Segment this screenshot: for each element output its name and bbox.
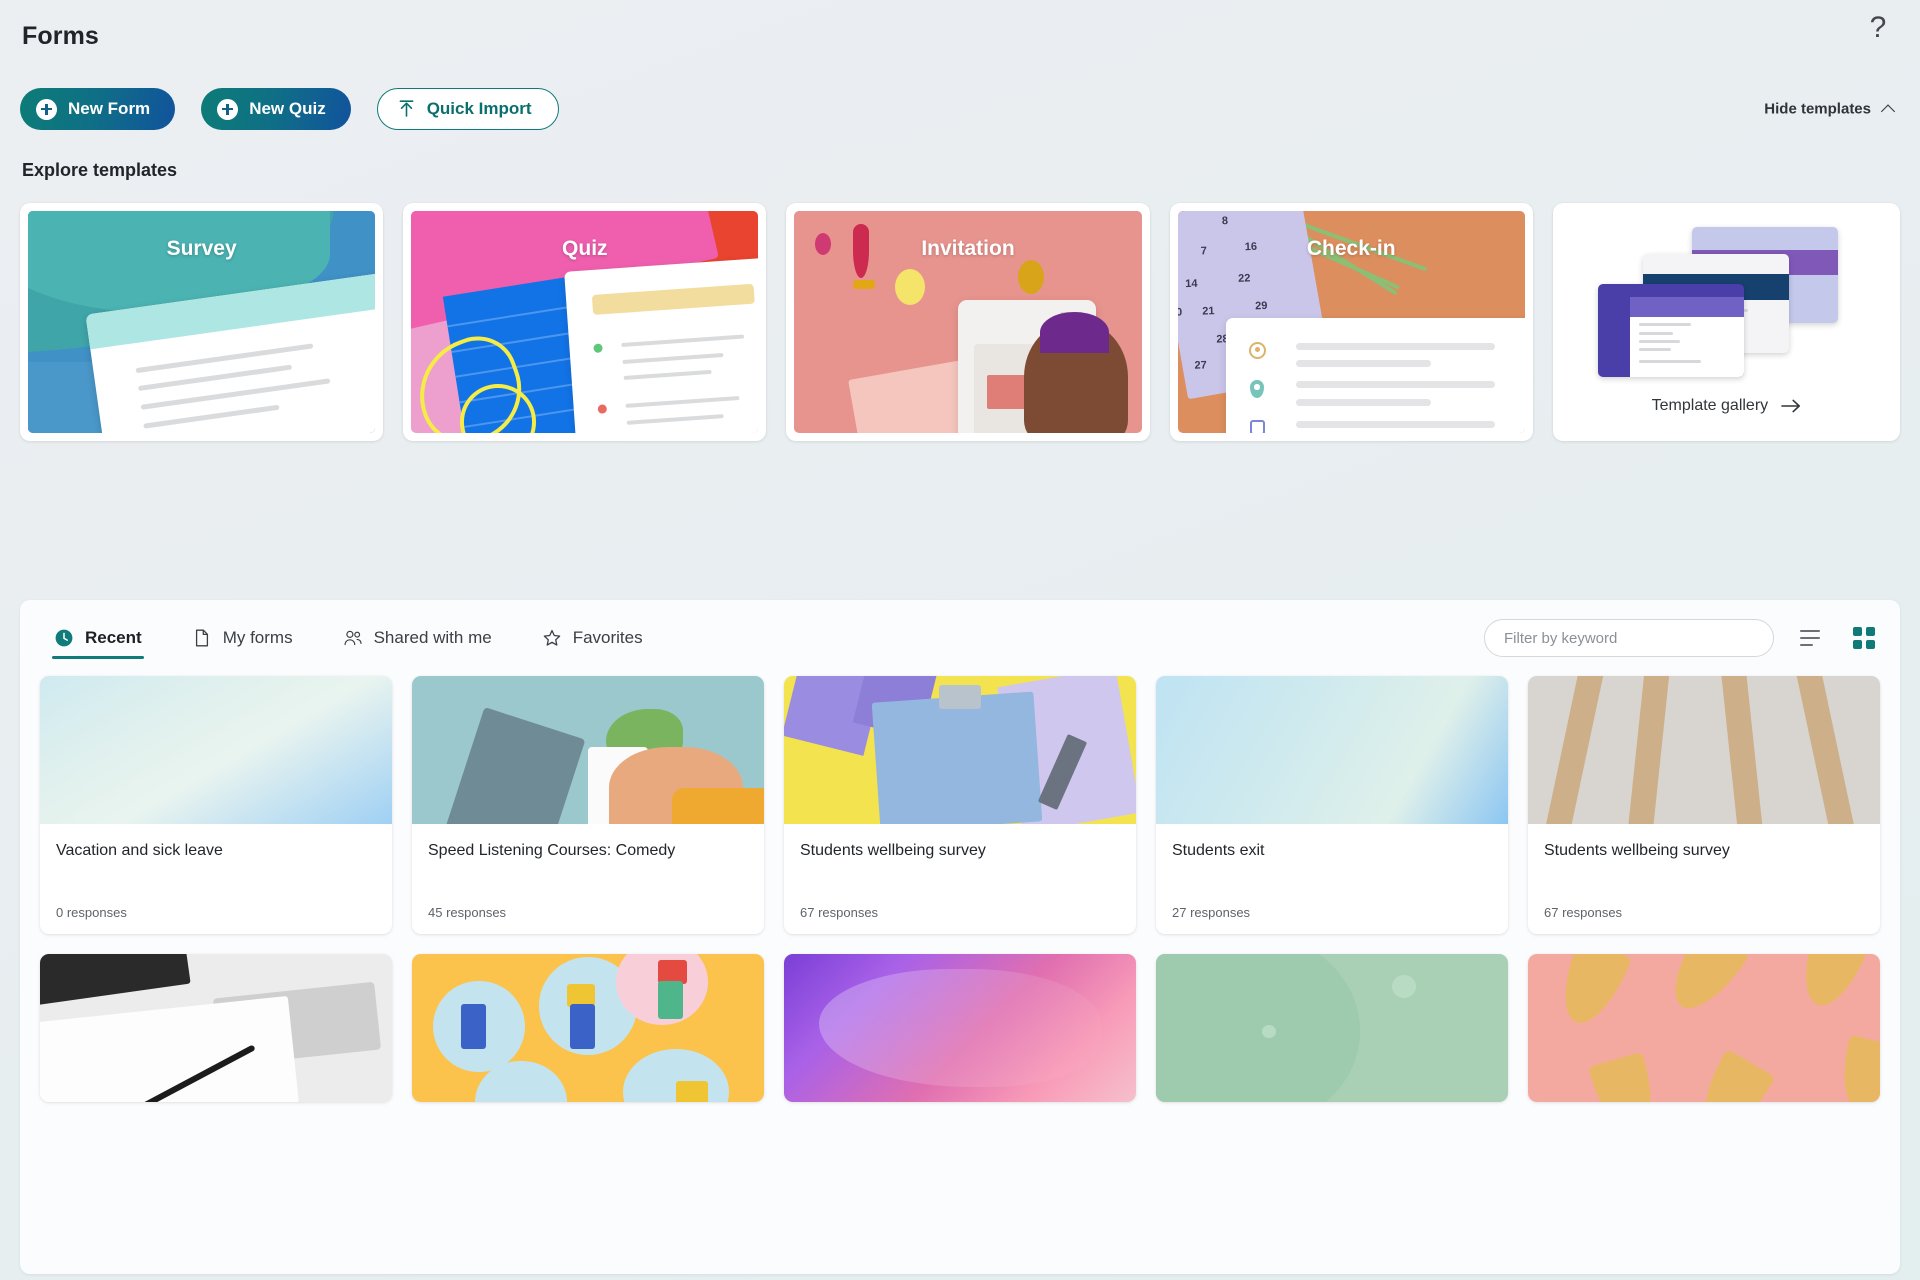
form-response-count: 45 responses <box>428 905 507 920</box>
hide-templates-button[interactable]: Hide templates <box>1764 101 1895 118</box>
form-card[interactable] <box>1156 954 1508 1102</box>
forms-list-panel: Recent My forms Shared with me Favorites… <box>20 600 1900 1274</box>
quick-import-label: Quick Import <box>426 99 532 118</box>
upload-icon <box>399 100 414 117</box>
template-gallery-card[interactable]: Template gallery <box>1552 203 1901 441</box>
star-icon <box>543 629 560 646</box>
form-thumbnail <box>40 676 392 824</box>
explore-templates-row: Survey Quiz Invitation 8 7 16 14 22 21 2… <box>0 181 1920 441</box>
plus-circle-icon <box>217 98 239 120</box>
tab-my-forms-label: My forms <box>222 628 293 647</box>
grid-view-icon[interactable] <box>1846 620 1882 656</box>
form-card[interactable]: Speed Listening Courses: Comedy 45 respo… <box>412 676 764 934</box>
form-title: Vacation and sick leave <box>56 842 223 859</box>
tab-shared-with-me-label: Shared with me <box>373 628 492 647</box>
tab-favorites[interactable]: Favorites <box>528 607 657 669</box>
template-label-quiz: Quiz <box>562 237 608 260</box>
template-card-survey[interactable]: Survey <box>20 203 384 441</box>
form-response-count: 67 responses <box>1544 905 1623 920</box>
form-thumbnail <box>784 676 1136 824</box>
form-title: Speed Listening Courses: Comedy <box>428 842 676 859</box>
template-gallery-label: Template gallery <box>1651 397 1769 414</box>
explore-templates-heading: Explore templates <box>22 160 178 180</box>
new-quiz-label: New Quiz <box>249 99 326 118</box>
template-card-invitation[interactable]: Invitation <box>786 203 1150 441</box>
new-form-button[interactable]: New Form <box>20 88 176 130</box>
form-thumbnail <box>412 954 764 1102</box>
form-card[interactable] <box>1528 954 1880 1102</box>
form-card[interactable]: Students wellbeing survey 67 responses <box>1528 676 1880 934</box>
new-quiz-button[interactable]: New Quiz <box>201 88 351 130</box>
tab-recent-label: Recent <box>85 628 142 647</box>
form-card[interactable]: Students exit 27 responses <box>1156 676 1508 934</box>
template-card-checkin[interactable]: 8 7 16 14 22 21 29 0 28 27 Check-in <box>1169 203 1533 441</box>
hide-templates-label: Hide templates <box>1764 100 1871 118</box>
forms-app-page: Forms ? New Form New Quiz Quick Import H… <box>0 0 1920 1280</box>
template-label-survey: Survey <box>166 237 237 260</box>
page-title: Forms <box>22 21 99 50</box>
forms-card-row: Vacation and sick leave 0 responses Spee… <box>40 676 1880 934</box>
chevron-up-icon <box>1882 103 1895 116</box>
form-thumbnail <box>1156 676 1508 824</box>
form-thumbnail <box>784 954 1136 1102</box>
form-thumbnail <box>412 676 764 824</box>
quiz-template-artwork: Quiz <box>411 211 759 433</box>
app-header: Forms ? <box>0 0 1920 72</box>
form-card[interactable] <box>784 954 1136 1102</box>
invitation-template-artwork: Invitation <box>794 211 1142 433</box>
plus-circle-icon <box>36 98 57 120</box>
survey-template-artwork: Survey <box>28 211 376 433</box>
forms-cards-area: Vacation and sick leave 0 responses Spee… <box>20 676 1900 1102</box>
form-response-count: 67 responses <box>800 905 879 920</box>
forms-tabs-bar: Recent My forms Shared with me Favorites… <box>20 600 1900 676</box>
template-card-quiz[interactable]: Quiz <box>403 203 767 441</box>
tab-shared-with-me[interactable]: Shared with me <box>329 607 506 669</box>
form-thumbnail <box>40 954 392 1102</box>
form-card[interactable] <box>412 954 764 1102</box>
tab-recent[interactable]: Recent <box>40 607 156 669</box>
new-form-label: New Form <box>68 99 151 118</box>
tab-favorites-label: Favorites <box>572 628 643 647</box>
template-gallery-link[interactable]: Template gallery <box>1652 397 1802 415</box>
checkin-template-artwork: 8 7 16 14 22 21 29 0 28 27 Check-in <box>1177 211 1525 433</box>
primary-actions-toolbar: New Form New Quiz Quick Import Hide temp… <box>0 72 1920 146</box>
template-gallery-preview-stack <box>1553 221 1900 377</box>
clock-icon <box>55 629 73 647</box>
document-icon <box>195 629 208 647</box>
tab-my-forms[interactable]: My forms <box>178 607 307 669</box>
form-title: Students exit <box>1172 842 1265 859</box>
form-response-count: 0 responses <box>56 905 127 920</box>
quick-import-button[interactable]: Quick Import <box>376 88 559 130</box>
arrow-right-icon <box>1781 399 1801 413</box>
template-label-invitation: Invitation <box>921 237 1015 260</box>
forms-view-tools <box>1484 619 1882 657</box>
people-icon <box>344 630 362 646</box>
filter-keyword-input[interactable] <box>1484 619 1774 657</box>
form-response-count: 27 responses <box>1172 905 1251 920</box>
form-thumbnail <box>1156 954 1508 1102</box>
list-view-icon[interactable] <box>1792 620 1828 656</box>
forms-card-row-partial <box>40 954 1880 1102</box>
help-icon[interactable]: ? <box>1858 8 1898 48</box>
form-card[interactable]: Students wellbeing survey 67 responses <box>784 676 1136 934</box>
form-title: Students wellbeing survey <box>1544 842 1730 859</box>
template-label-checkin: Check-in <box>1306 237 1396 260</box>
form-title: Students wellbeing survey <box>800 842 986 859</box>
form-thumbnail <box>1528 954 1880 1102</box>
form-thumbnail <box>1528 676 1880 824</box>
form-card[interactable] <box>40 954 392 1102</box>
form-card[interactable]: Vacation and sick leave 0 responses <box>40 676 392 934</box>
